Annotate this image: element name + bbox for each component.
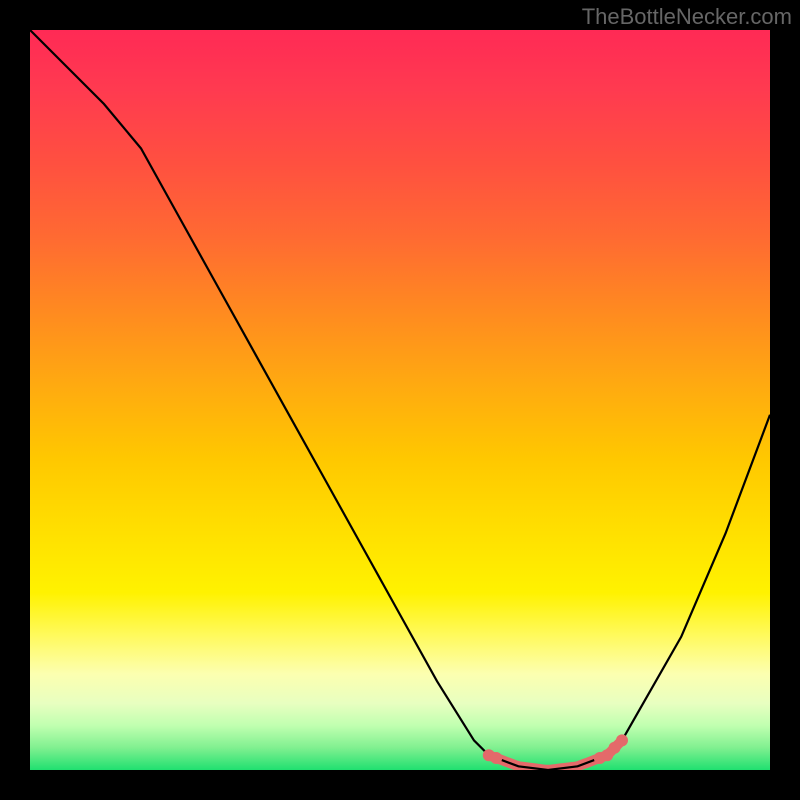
bottleneck-curve (30, 30, 770, 770)
watermark-text: TheBottleNecker.com (582, 4, 792, 30)
chart-area (30, 30, 770, 770)
chart-svg (30, 30, 770, 770)
